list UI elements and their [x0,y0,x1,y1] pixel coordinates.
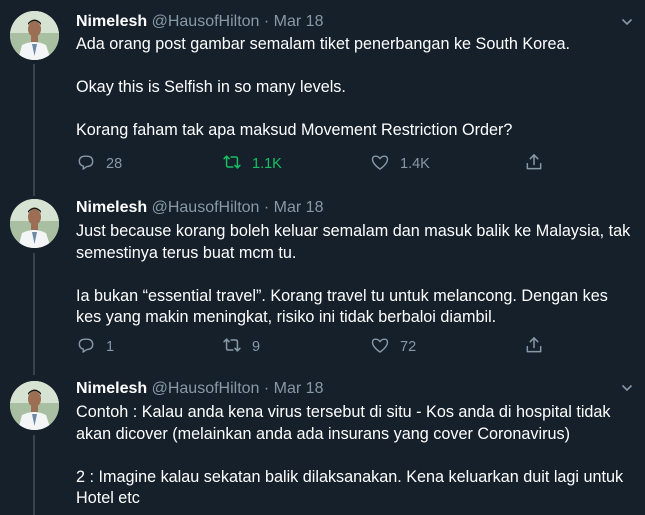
author-handle[interactable]: @HausofHilton [152,199,260,216]
like-icon [370,152,400,176]
avatar[interactable] [10,381,59,430]
tweet-paragraph: Okay this is Selfish in so many levels. [76,78,346,96]
tweet[interactable]: Nimelesh @HausofHilton · Mar 18 Contoh :… [0,370,645,515]
thread-line [33,253,35,375]
retweet-count: 1.1K [252,156,282,172]
tweet-date[interactable]: Mar 18 [274,199,324,216]
author-name[interactable]: Nimelesh [76,13,147,30]
author-handle[interactable]: @HausofHilton [152,13,260,30]
tweet-header: Nimelesh @HausofHilton · Mar 18 [76,11,323,33]
tweet[interactable]: Nimelesh @HausofHilton · Mar 18 Just bec… [0,190,645,375]
tweet-header: Nimelesh @HausofHilton · Mar 18 [76,197,323,219]
share-button[interactable] [524,152,554,176]
retweet-count: 9 [252,339,261,355]
reply-count: 28 [106,156,123,172]
share-button[interactable] [524,335,554,359]
thread-line [33,435,35,515]
like-count: 1.4K [400,156,430,172]
author-name[interactable]: Nimelesh [76,380,147,397]
tweet-paragraph: 2 : Imagine kalau sekatan balik dilaksan… [76,467,624,508]
author-handle[interactable]: @HausofHilton [152,380,260,397]
separator-dot: · [263,13,270,30]
separator-dot: · [263,199,270,216]
tweet-text: Contoh : Kalau anda kena virus tersebut … [76,402,636,510]
reply-button[interactable]: 1 [76,335,114,359]
like-button[interactable]: 1.4K [370,152,430,176]
tweet-header: Nimelesh @HausofHilton · Mar 18 [76,378,323,400]
avatar[interactable] [10,11,59,60]
reply-icon [76,335,106,359]
tweet-paragraph: Ia bukan “essential travel”. Korang trav… [76,286,608,327]
tweet-date[interactable]: Mar 18 [274,13,324,30]
tweet-text: Just because korang boleh keluar semalam… [76,221,636,329]
reply-button[interactable]: 28 [76,152,122,176]
like-count: 72 [400,339,417,355]
share-icon [524,152,554,176]
separator-dot: · [263,380,270,397]
retweet-button[interactable]: 1.1K [222,152,282,176]
retweet-icon [222,335,252,359]
chevron-down-icon[interactable] [621,381,633,393]
reply-count: 1 [106,339,115,355]
tweet-paragraph: Contoh : Kalau anda kena virus tersebut … [76,403,611,443]
tweet-paragraph: Just because korang boleh keluar semalam… [76,222,631,262]
chevron-down-icon[interactable] [621,15,633,27]
tweet-paragraph: Korang faham tak apa maksud Movement Res… [76,121,513,139]
tweet-actions: 1 9 72 [76,335,636,359]
retweet-button[interactable]: 9 [222,335,260,359]
tweet[interactable]: Nimelesh @HausofHilton · Mar 18 Ada oran… [0,0,645,196]
tweet-paragraph: Ada orang post gambar semalam tiket pene… [76,35,571,53]
reply-icon [76,152,106,176]
thread-line [33,64,35,196]
retweet-icon [222,152,252,176]
like-button[interactable]: 72 [370,335,416,359]
avatar[interactable] [10,199,59,248]
author-name[interactable]: Nimelesh [76,199,147,216]
share-icon [524,335,554,359]
tweet-actions: 28 1.1K 1.4K [76,152,636,176]
tweet-text: Ada orang post gambar semalam tiket pene… [76,34,636,142]
like-icon [370,335,400,359]
tweet-date[interactable]: Mar 18 [274,380,324,397]
